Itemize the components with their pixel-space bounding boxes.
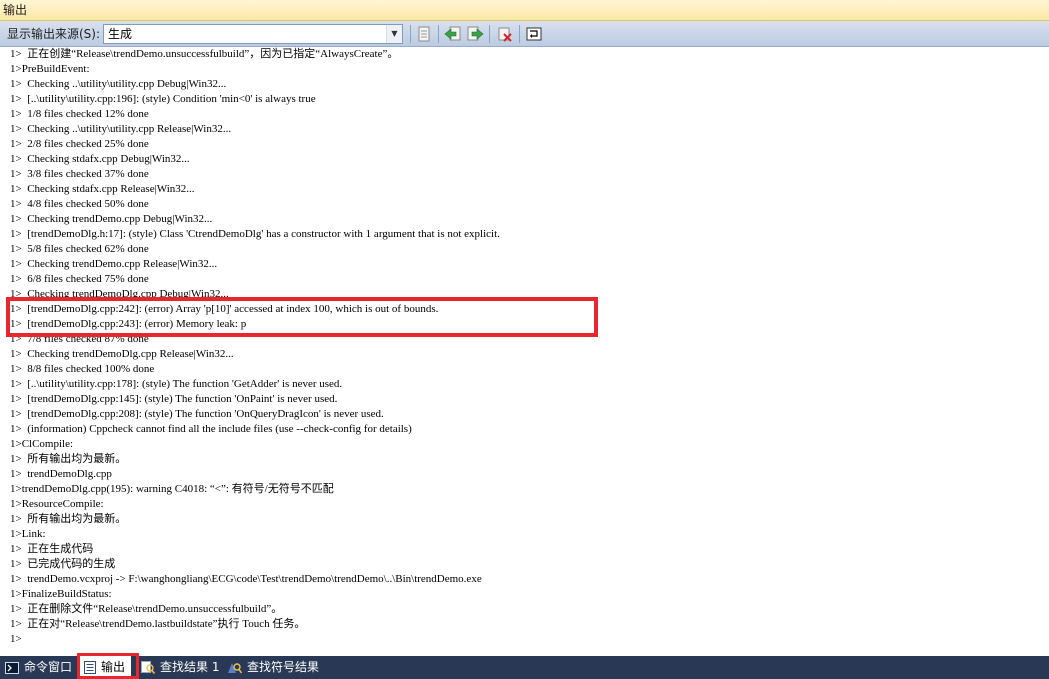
tab-find-symbol-results[interactable]: 查找符号结果	[227, 656, 319, 679]
find-symbol-icon	[228, 663, 242, 674]
toolbar-separator	[519, 25, 520, 43]
output-line: 1> [..\utility\utility.cpp:196]: (style)…	[10, 93, 316, 105]
output-icon	[84, 661, 96, 674]
show-output-from-label: 显示输出来源(S):	[7, 27, 101, 41]
output-line: 1> 8/8 files checked 100% done	[10, 363, 155, 375]
output-line: 1> Checking ..\utility\utility.cpp Debug…	[10, 78, 227, 90]
output-line: 1> [..\utility\utility.cpp:178]: (style)…	[10, 378, 343, 390]
output-line: 1>trendDemoDlg.cpp(195): warning C4018: …	[10, 483, 334, 495]
output-line: 1> 正在生成代码	[10, 543, 94, 555]
output-line: 1>Link:	[10, 528, 46, 540]
tab-output[interactable]: 输出	[80, 656, 132, 679]
output-line: 1>ClCompile:	[10, 438, 74, 450]
output-line: 1> 正在创建“Release\trendDemo.unsuccessfulbu…	[10, 48, 399, 60]
output-source-select[interactable]: 生成 ▼	[103, 24, 403, 44]
tab-label: 输出	[101, 660, 126, 674]
go-to-location-icon[interactable]	[414, 24, 434, 44]
output-line: 1> Checking stdafx.cpp Debug|Win32...	[10, 153, 190, 165]
toolbar-separator	[438, 25, 439, 43]
output-line: 1> Checking trendDemoDlg.cpp Release|Win…	[10, 348, 234, 360]
previous-message-icon[interactable]	[443, 24, 463, 44]
output-line: 1> 已完成代码的生成	[10, 558, 116, 570]
output-line: 1> [trendDemoDlg.cpp:145]: (style) The f…	[10, 393, 338, 405]
next-message-icon[interactable]	[465, 24, 485, 44]
output-line: 1> Checking trendDemo.cpp Release|Win32.…	[10, 258, 218, 270]
output-line: 1> 4/8 files checked 50% done	[10, 198, 149, 210]
output-source-value: 生成	[108, 27, 133, 41]
tab-find-results-1[interactable]: 查找结果 1	[141, 656, 219, 679]
window-title: 输出	[0, 0, 1049, 21]
clear-all-icon[interactable]	[495, 24, 515, 44]
tab-label: 命令窗口	[24, 660, 73, 674]
toolbar-separator	[410, 25, 411, 43]
output-line: 1>ResourceCompile:	[10, 498, 104, 510]
chevron-down-icon[interactable]: ▼	[386, 25, 402, 43]
output-line: 1> 5/8 files checked 62% done	[10, 243, 149, 255]
output-text-area[interactable]: 1> 正在创建“Release\trendDemo.unsuccessfulbu…	[0, 47, 1049, 656]
tab-label: 查找符号结果	[247, 660, 320, 674]
output-line: 1> trendDemo.vcxproj -> F:\wanghongliang…	[10, 573, 482, 585]
output-line: 1> 1/8 files checked 12% done	[10, 108, 149, 120]
output-line: 1> 2/8 files checked 25% done	[10, 138, 149, 150]
output-line: 1> 所有输出均为最新。	[10, 513, 127, 525]
command-window-icon	[5, 661, 19, 674]
bottom-tab-bar: 命令窗口 输出 查找结果 1 查找符号结果	[0, 656, 1049, 679]
error-highlight-box	[6, 297, 598, 337]
output-line: 1>	[10, 633, 22, 645]
output-line: 1> 正在删除文件“Release\trendDemo.unsuccessful…	[10, 603, 283, 615]
output-line: 1>FinalizeBuildStatus:	[10, 588, 112, 600]
output-line: 1>PreBuildEvent:	[10, 63, 90, 75]
output-toolbar: 显示输出来源(S): 生成 ▼	[0, 21, 1049, 47]
output-lines: 1> 正在创建“Release\trendDemo.unsuccessfulbu…	[10, 47, 500, 647]
toggle-word-wrap-icon[interactable]	[524, 24, 544, 44]
output-line: 1> (information) Cppcheck cannot find al…	[10, 423, 412, 435]
output-line: 1> 6/8 files checked 75% done	[10, 273, 149, 285]
output-line: 1> 所有输出均为最新。	[10, 453, 127, 465]
output-line: 1> [trendDemoDlg.h:17]: (style) Class 'C…	[10, 228, 500, 240]
tab-label: 查找结果 1	[160, 660, 220, 674]
find-results-icon	[141, 661, 155, 674]
output-line: 1> Checking stdafx.cpp Release|Win32...	[10, 183, 195, 195]
output-line: 1> trendDemoDlg.cpp	[10, 468, 112, 480]
output-line: 1> [trendDemoDlg.cpp:208]: (style) The f…	[10, 408, 384, 420]
output-line: 1> 3/8 files checked 37% done	[10, 168, 149, 180]
output-line: 1> 正在对“Release\trendDemo.lastbuildstate”…	[10, 618, 306, 630]
output-line: 1> Checking trendDemo.cpp Debug|Win32...	[10, 213, 213, 225]
output-line: 1> Checking ..\utility\utility.cpp Relea…	[10, 123, 232, 135]
tab-command-window[interactable]: 命令窗口	[5, 656, 72, 679]
toolbar-separator	[489, 25, 490, 43]
